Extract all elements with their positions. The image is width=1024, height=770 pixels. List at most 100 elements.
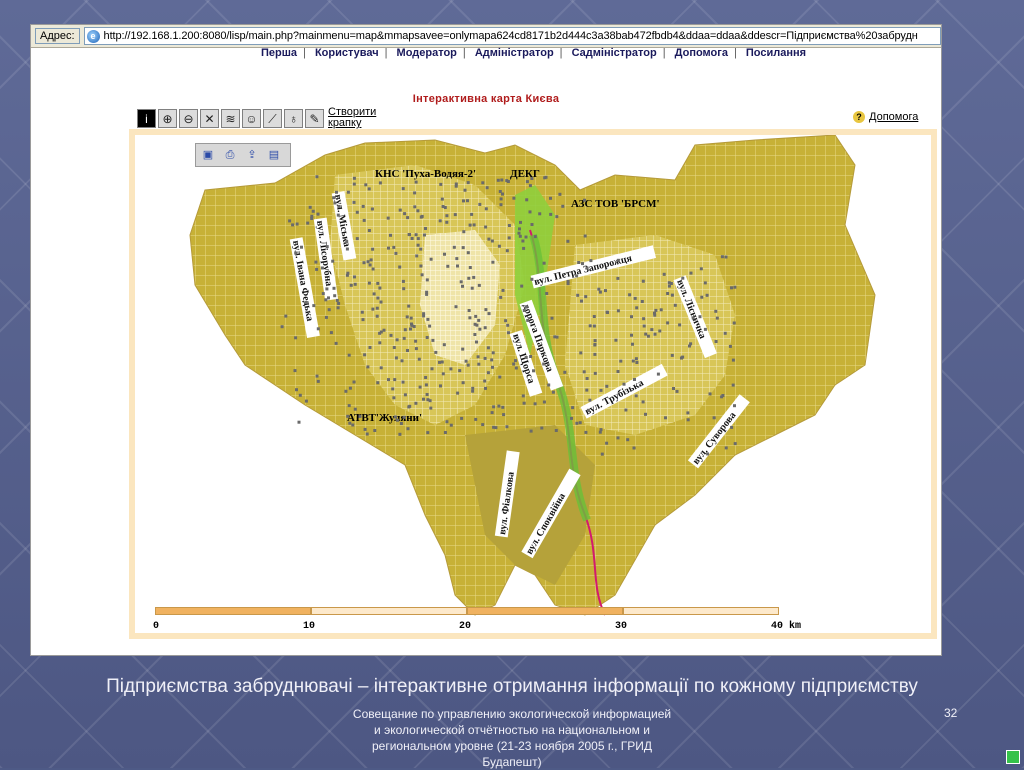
enterprise-marker bbox=[300, 245, 303, 249]
enterprise-marker bbox=[622, 382, 626, 386]
menu-item-user[interactable]: Користувач bbox=[315, 47, 379, 59]
enterprise-marker bbox=[315, 267, 319, 271]
enterprise-marker bbox=[409, 327, 412, 331]
callout-kns: КНС 'Пуха-Водяя-2' bbox=[375, 168, 476, 180]
person-icon[interactable]: ☺ bbox=[242, 108, 261, 128]
enterprise-marker bbox=[599, 428, 603, 432]
enterprise-marker bbox=[422, 397, 425, 401]
enterprise-marker bbox=[633, 296, 637, 300]
enterprise-marker bbox=[468, 266, 472, 269]
menu-item-first[interactable]: Перша bbox=[261, 47, 297, 59]
enterprise-marker bbox=[681, 355, 685, 359]
menu-item-moderator[interactable]: Модератор bbox=[397, 47, 457, 59]
help-link[interactable]: ? Допомога bbox=[853, 111, 918, 123]
menu-item-links[interactable]: Посилання bbox=[746, 47, 806, 59]
enterprise-marker bbox=[566, 239, 570, 243]
measure-icon[interactable]: ⟋ bbox=[263, 108, 282, 128]
enterprise-marker bbox=[579, 351, 583, 355]
enterprise-marker bbox=[558, 192, 562, 196]
enterprise-marker bbox=[473, 333, 477, 336]
enterprise-marker bbox=[484, 308, 488, 312]
enterprise-marker bbox=[681, 276, 685, 280]
create-point-link[interactable]: Створити крапку bbox=[328, 107, 388, 129]
enterprise-marker bbox=[401, 279, 405, 283]
enterprise-marker bbox=[363, 427, 367, 431]
zoom-out-icon[interactable]: ⊖ bbox=[179, 108, 198, 128]
zoom-in-icon[interactable]: ⊕ bbox=[158, 108, 177, 128]
enterprise-marker bbox=[376, 381, 380, 385]
enterprise-marker bbox=[298, 393, 302, 397]
enterprise-marker bbox=[656, 372, 660, 376]
info-tool-icon[interactable]: i bbox=[137, 108, 156, 128]
enterprise-marker bbox=[461, 246, 465, 250]
point-marker-icon[interactable]: ♁ bbox=[284, 108, 303, 128]
map-canvas[interactable]: КНС 'Пуха-Водяя-2' ДЕКГ АЗС ТОВ 'БРСМ' А… bbox=[135, 135, 931, 633]
enterprise-marker bbox=[522, 246, 526, 250]
enterprise-marker bbox=[402, 336, 406, 340]
enterprise-marker bbox=[407, 233, 411, 236]
enterprise-marker bbox=[470, 212, 474, 216]
address-input[interactable]: e http://192.168.1.200:8080/lisp/main.ph… bbox=[83, 27, 941, 45]
enterprise-marker bbox=[580, 299, 583, 303]
map-toolbar: i ⊕ ⊖ ✕ ≋ ☺ ⟋ ♁ ✎ Створити крапку bbox=[137, 107, 388, 129]
enterprise-marker bbox=[353, 275, 356, 279]
enterprise-marker bbox=[387, 378, 390, 382]
enterprise-marker bbox=[487, 312, 491, 316]
enterprise-marker bbox=[304, 399, 308, 403]
enterprise-marker bbox=[584, 430, 588, 434]
enterprise-marker bbox=[614, 338, 618, 342]
enterprise-marker bbox=[409, 316, 413, 320]
enterprise-marker bbox=[487, 237, 491, 241]
enterprise-marker bbox=[589, 259, 593, 263]
enterprise-marker bbox=[504, 319, 508, 323]
scale-segment bbox=[623, 607, 779, 615]
enterprise-marker bbox=[335, 190, 338, 194]
enterprise-marker bbox=[597, 287, 601, 291]
enterprise-marker bbox=[434, 350, 438, 354]
enterprise-marker bbox=[334, 341, 338, 345]
enterprise-marker bbox=[355, 210, 359, 214]
enterprise-marker bbox=[420, 273, 424, 277]
print-preview-icon[interactable]: ▤ bbox=[266, 147, 282, 163]
enterprise-marker bbox=[633, 378, 636, 381]
enterprise-marker bbox=[347, 404, 351, 408]
print-icon[interactable]: ⎙ bbox=[222, 147, 238, 163]
enterprise-marker bbox=[426, 317, 430, 321]
enterprise-marker bbox=[714, 340, 718, 343]
enterprise-marker bbox=[345, 240, 349, 244]
enterprise-marker bbox=[715, 316, 719, 320]
slide-number: 32 bbox=[944, 706, 958, 720]
enterprise-marker bbox=[542, 261, 546, 265]
enterprise-marker bbox=[666, 321, 670, 325]
enterprise-marker bbox=[529, 429, 533, 433]
enterprise-marker bbox=[691, 316, 695, 320]
city-map[interactable]: КНС 'Пуха-Водяя-2' ДЕКГ АЗС ТОВ 'БРСМ' А… bbox=[129, 129, 937, 639]
enterprise-marker bbox=[689, 271, 693, 275]
export-icon[interactable]: ⇪ bbox=[244, 147, 260, 163]
enterprise-marker bbox=[348, 421, 352, 425]
enterprise-marker bbox=[468, 316, 472, 320]
enterprise-marker bbox=[406, 349, 409, 352]
enterprise-marker bbox=[316, 327, 320, 331]
menu-item-sadmin[interactable]: Садміністратор bbox=[572, 47, 657, 59]
enterprise-marker bbox=[454, 182, 458, 186]
layers-icon[interactable]: ≋ bbox=[221, 108, 240, 128]
pencil-icon[interactable]: ✎ bbox=[305, 108, 324, 128]
save-icon[interactable]: ▣ bbox=[200, 147, 216, 163]
enterprise-marker bbox=[547, 383, 551, 387]
enterprise-marker bbox=[518, 227, 521, 231]
enterprise-marker bbox=[642, 324, 646, 328]
enterprise-marker bbox=[507, 236, 511, 240]
menu-item-admin[interactable]: Адміністратор bbox=[475, 47, 554, 59]
menu-item-help[interactable]: Допомога bbox=[675, 47, 728, 59]
enterprise-marker bbox=[398, 265, 402, 269]
scale-label-30: 30 bbox=[615, 621, 628, 632]
full-extent-icon[interactable]: ✕ bbox=[200, 108, 219, 128]
enterprise-marker bbox=[640, 300, 644, 303]
enterprise-marker bbox=[672, 387, 675, 390]
enterprise-marker bbox=[664, 416, 667, 420]
enterprise-marker bbox=[402, 415, 406, 419]
nav-button[interactable] bbox=[1006, 750, 1020, 764]
enterprise-marker bbox=[429, 257, 433, 261]
enterprise-marker bbox=[458, 369, 462, 373]
